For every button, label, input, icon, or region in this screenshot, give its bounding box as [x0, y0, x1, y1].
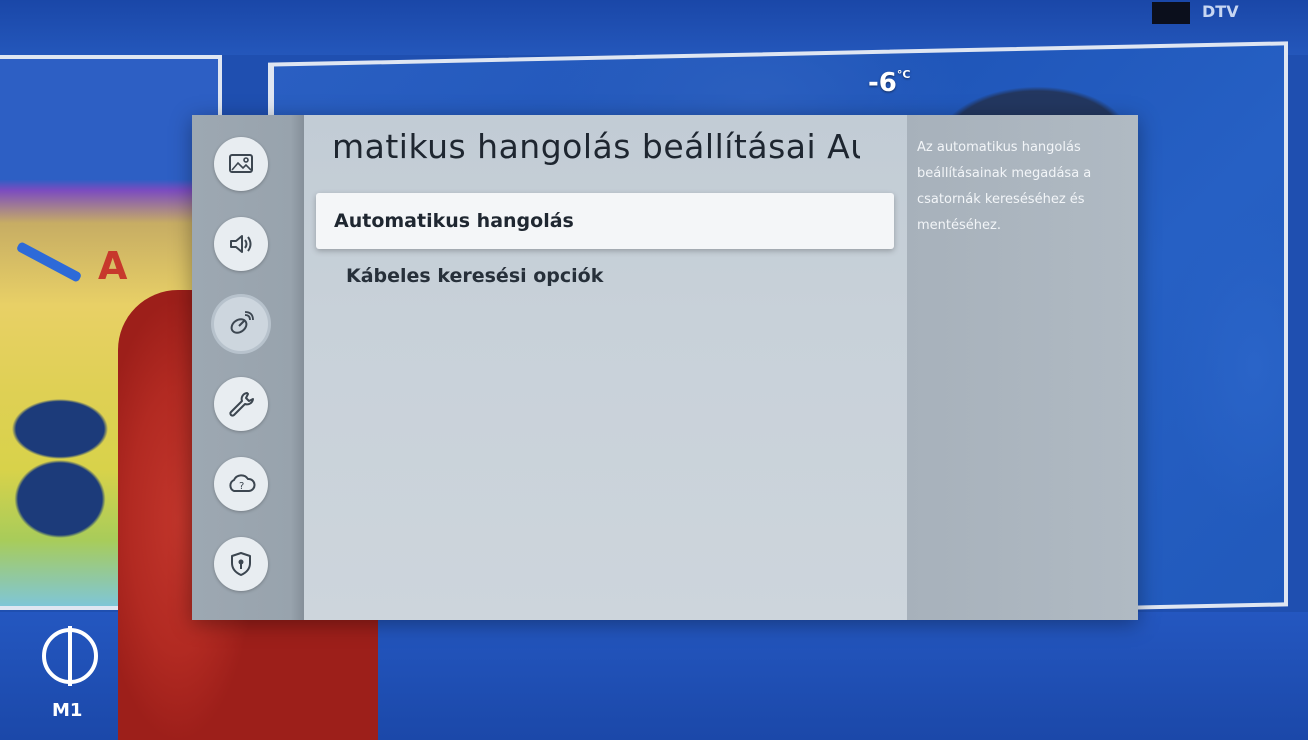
menu-item-label: Kábeles keresési opciók	[346, 265, 604, 287]
support-icon[interactable]: ?	[214, 457, 268, 511]
help-text: Az automatikus hangolás beállításainak m…	[917, 140, 1092, 233]
general-icon[interactable]	[214, 377, 268, 431]
help-panel: Az automatikus hangolás beállításainak m…	[907, 115, 1138, 620]
temperature-label: -6°C	[868, 68, 911, 98]
picture-icon[interactable]	[214, 137, 268, 191]
page-title: matikus hangolás beállításai Aut	[332, 127, 860, 166]
settings-menu: ? matikus hangolás beállításai Aut Autom…	[192, 115, 1138, 620]
settings-category-rail: ?	[192, 115, 304, 620]
channel-logo-icon	[42, 626, 98, 686]
broadcast-corner-text: DTV	[1202, 2, 1239, 21]
privacy-icon[interactable]	[214, 537, 268, 591]
menu-item-label: Automatikus hangolás	[334, 210, 574, 232]
svg-text:?: ?	[239, 481, 244, 492]
anticyclone-symbol: A	[98, 244, 128, 288]
settings-content-panel: matikus hangolás beállításai Aut Automat…	[304, 115, 907, 620]
menu-item-cable-search-options[interactable]: Kábeles keresési opciók	[346, 265, 603, 287]
channel-logo-text: M1	[52, 700, 83, 721]
menu-item-auto-tuning[interactable]: Automatikus hangolás	[316, 193, 894, 249]
broadcasting-icon[interactable]	[214, 297, 268, 351]
weather-arrow	[15, 241, 83, 283]
broadcast-corner-box	[1152, 2, 1190, 24]
page-title-clip: matikus hangolás beállításai Aut	[304, 115, 860, 185]
sound-icon[interactable]	[214, 217, 268, 271]
